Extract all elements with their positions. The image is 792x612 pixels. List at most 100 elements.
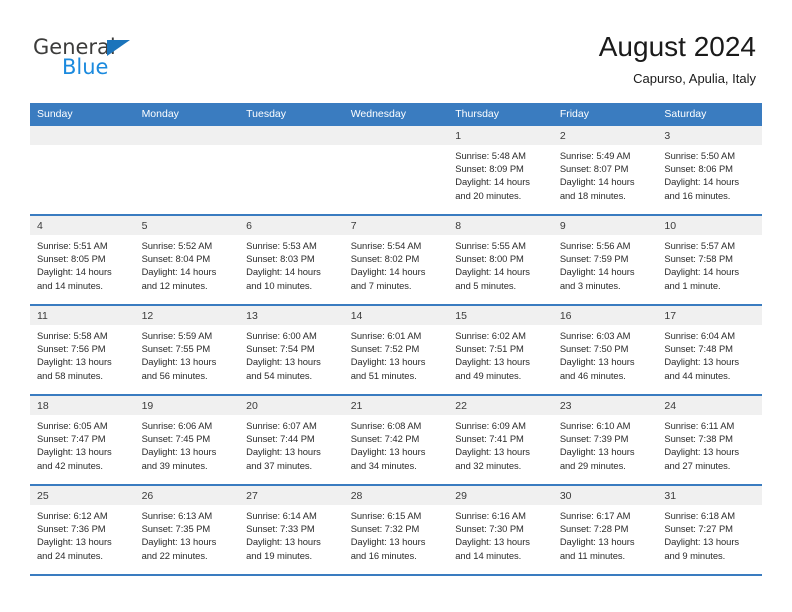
day-number: 24: [664, 399, 677, 412]
title-block: August 2024 Capurso, Apulia, Italy: [599, 30, 756, 87]
sunrise-text: Sunrise: 6:11 AM: [664, 420, 735, 431]
day-number: 16: [559, 309, 572, 322]
day-cell[interactable]: 13 Sunrise: 6:00 AM Sunset: 7:54 PM Dayl…: [239, 306, 344, 394]
sunrise-text: Sunrise: 5:55 AM: [455, 240, 526, 251]
sunset-text: Sunset: 7:27 PM: [664, 523, 733, 535]
daylight-text-line1: Daylight: 13 hours: [37, 356, 112, 368]
logo-triangle-icon: [107, 40, 130, 56]
day-details: Sunrise: 5:51 AM Sunset: 8:05 PM Dayligh…: [30, 235, 135, 292]
sunrise-text: Sunrise: 6:10 AM: [559, 420, 631, 431]
day-cell[interactable]: 5 Sunrise: 5:52 AM Sunset: 8:04 PM Dayli…: [134, 216, 240, 304]
day-cell[interactable]: 17 Sunrise: 6:04 AM Sunset: 7:48 PM Dayl…: [657, 306, 762, 394]
day-cell[interactable]: 11 Sunrise: 5:58 AM Sunset: 7:56 PM Dayl…: [30, 306, 135, 394]
day-cell[interactable]: 10 Sunrise: 5:57 AM Sunset: 7:58 PM Dayl…: [657, 216, 762, 304]
daylight-text-line2: and 39 minutes.: [141, 459, 208, 471]
day-cell[interactable]: 1 Sunrise: 5:48 AM Sunset: 8:09 PM Dayli…: [448, 126, 553, 214]
daylight-text-line1: Daylight: 14 hours: [350, 266, 426, 278]
day-cell[interactable]: [30, 126, 135, 214]
day-details: Sunrise: 6:17 AM Sunset: 7:28 PM Dayligh…: [553, 505, 658, 562]
day-cell[interactable]: 7 Sunrise: 5:54 AM Sunset: 8:02 PM Dayli…: [343, 216, 449, 304]
day-number-band: 26: [134, 486, 240, 505]
day-cell[interactable]: 23 Sunrise: 6:10 AM Sunset: 7:39 PM Dayl…: [552, 396, 658, 484]
day-number-band: 30: [552, 486, 658, 505]
daylight-text-line1: Daylight: 13 hours: [246, 446, 321, 458]
daylight-text-line2: and 16 minutes.: [664, 189, 731, 201]
day-cell[interactable]: 26 Sunrise: 6:13 AM Sunset: 7:35 PM Dayl…: [134, 486, 240, 574]
day-cell[interactable]: 28 Sunrise: 6:15 AM Sunset: 7:32 PM Dayl…: [343, 486, 449, 574]
day-details: [344, 145, 449, 149]
day-cell[interactable]: [134, 126, 240, 214]
general-blue-logo[interactable]: General Blue: [33, 36, 223, 86]
day-cell[interactable]: 24 Sunrise: 6:11 AM Sunset: 7:38 PM Dayl…: [657, 396, 762, 484]
sunset-text: Sunset: 7:58 PM: [664, 253, 733, 265]
day-number: 4: [37, 219, 43, 232]
sunset-text: Sunset: 7:47 PM: [37, 433, 106, 445]
day-number-band: 20: [239, 396, 344, 415]
day-number-band: 29: [448, 486, 553, 505]
day-details: Sunrise: 5:53 AM Sunset: 8:03 PM Dayligh…: [239, 235, 344, 292]
weekday-header-monday: Monday: [141, 107, 179, 120]
day-cell[interactable]: 16 Sunrise: 6:03 AM Sunset: 7:50 PM Dayl…: [552, 306, 658, 394]
day-number: 20: [246, 399, 258, 412]
day-cell[interactable]: 22 Sunrise: 6:09 AM Sunset: 7:41 PM Dayl…: [448, 396, 553, 484]
day-details: Sunrise: 6:05 AM Sunset: 7:47 PM Dayligh…: [30, 415, 135, 472]
day-number: 21: [350, 399, 363, 412]
day-number: 18: [37, 399, 49, 412]
daylight-text-line1: Daylight: 13 hours: [141, 536, 217, 548]
daylight-text-line2: and 16 minutes.: [350, 549, 417, 561]
day-cell[interactable]: 4 Sunrise: 5:51 AM Sunset: 8:05 PM Dayli…: [30, 216, 135, 304]
day-cell[interactable]: 6 Sunrise: 5:53 AM Sunset: 8:03 PM Dayli…: [239, 216, 344, 304]
day-cell[interactable]: 21 Sunrise: 6:08 AM Sunset: 7:42 PM Dayl…: [343, 396, 449, 484]
day-cell[interactable]: [343, 126, 449, 214]
day-number: 1: [455, 129, 462, 142]
day-cell[interactable]: [239, 126, 344, 214]
calendar-week-row: 18 Sunrise: 6:05 AM Sunset: 7:47 PM Dayl…: [30, 394, 762, 484]
day-cell[interactable]: 2 Sunrise: 5:49 AM Sunset: 8:07 PM Dayli…: [552, 126, 658, 214]
daylight-text-line2: and 9 minutes.: [664, 549, 726, 561]
day-cell[interactable]: 14 Sunrise: 6:01 AM Sunset: 7:52 PM Dayl…: [343, 306, 449, 394]
day-cell[interactable]: 27 Sunrise: 6:14 AM Sunset: 7:33 PM Dayl…: [239, 486, 344, 574]
sunset-text: Sunset: 7:35 PM: [141, 523, 211, 535]
sunset-text: Sunset: 8:02 PM: [350, 253, 420, 265]
daylight-text-line2: and 20 minutes.: [455, 189, 522, 201]
daylight-text-line1: Daylight: 13 hours: [455, 356, 530, 368]
day-cell[interactable]: 8 Sunrise: 5:55 AM Sunset: 8:00 PM Dayli…: [448, 216, 553, 304]
day-number: 2: [559, 129, 566, 142]
day-number: 15: [455, 309, 467, 322]
page-subtitle-location: Capurso, Apulia, Italy: [633, 71, 756, 86]
day-number-band: 6: [239, 216, 344, 235]
daylight-text-line2: and 34 minutes.: [350, 459, 417, 471]
sunrise-text: Sunrise: 5:50 AM: [664, 150, 735, 161]
weekday-header-thursday: Thursday: [455, 107, 500, 120]
day-number-band: 19: [134, 396, 240, 415]
day-details: Sunrise: 5:54 AM Sunset: 8:02 PM Dayligh…: [344, 235, 449, 292]
sunset-text: Sunset: 8:06 PM: [664, 163, 733, 175]
day-cell[interactable]: 29 Sunrise: 6:16 AM Sunset: 7:30 PM Dayl…: [448, 486, 553, 574]
day-details: Sunrise: 6:15 AM Sunset: 7:32 PM Dayligh…: [344, 505, 449, 562]
day-details: Sunrise: 5:55 AM Sunset: 8:00 PM Dayligh…: [448, 235, 553, 292]
day-number-band: 12: [134, 306, 240, 325]
day-cell[interactable]: 3 Sunrise: 5:50 AM Sunset: 8:06 PM Dayli…: [657, 126, 762, 214]
day-number: 3: [664, 129, 671, 142]
daylight-text-line2: and 56 minutes.: [141, 369, 208, 381]
day-cell[interactable]: 9 Sunrise: 5:56 AM Sunset: 7:59 PM Dayli…: [552, 216, 658, 304]
sunset-text: Sunset: 7:59 PM: [559, 253, 629, 265]
day-cell[interactable]: 12 Sunrise: 5:59 AM Sunset: 7:55 PM Dayl…: [134, 306, 240, 394]
day-cell[interactable]: 31 Sunrise: 6:18 AM Sunset: 7:27 PM Dayl…: [657, 486, 762, 574]
sunrise-text: Sunrise: 5:57 AM: [664, 240, 735, 251]
day-cell[interactable]: 18 Sunrise: 6:05 AM Sunset: 7:47 PM Dayl…: [30, 396, 135, 484]
day-cell[interactable]: 15 Sunrise: 6:02 AM Sunset: 7:51 PM Dayl…: [448, 306, 553, 394]
day-details: Sunrise: 5:57 AM Sunset: 7:58 PM Dayligh…: [657, 235, 762, 292]
day-cell[interactable]: 25 Sunrise: 6:12 AM Sunset: 7:36 PM Dayl…: [30, 486, 135, 574]
weekday-header-saturday: Saturday: [664, 107, 707, 120]
sunset-text: Sunset: 8:07 PM: [559, 163, 629, 175]
day-cell[interactable]: 30 Sunrise: 6:17 AM Sunset: 7:28 PM Dayl…: [552, 486, 658, 574]
sunrise-text: Sunrise: 6:18 AM: [664, 510, 735, 521]
weekday-header-row: Sunday Monday Tuesday Wednesday Thursday…: [30, 103, 762, 124]
daylight-text-line2: and 22 minutes.: [141, 549, 208, 561]
sunset-text: Sunset: 7:39 PM: [559, 433, 629, 445]
day-cell[interactable]: 19 Sunrise: 6:06 AM Sunset: 7:45 PM Dayl…: [134, 396, 240, 484]
sunrise-text: Sunrise: 5:54 AM: [350, 240, 422, 251]
sunset-text: Sunset: 7:52 PM: [350, 343, 420, 355]
day-cell[interactable]: 20 Sunrise: 6:07 AM Sunset: 7:44 PM Dayl…: [239, 396, 344, 484]
